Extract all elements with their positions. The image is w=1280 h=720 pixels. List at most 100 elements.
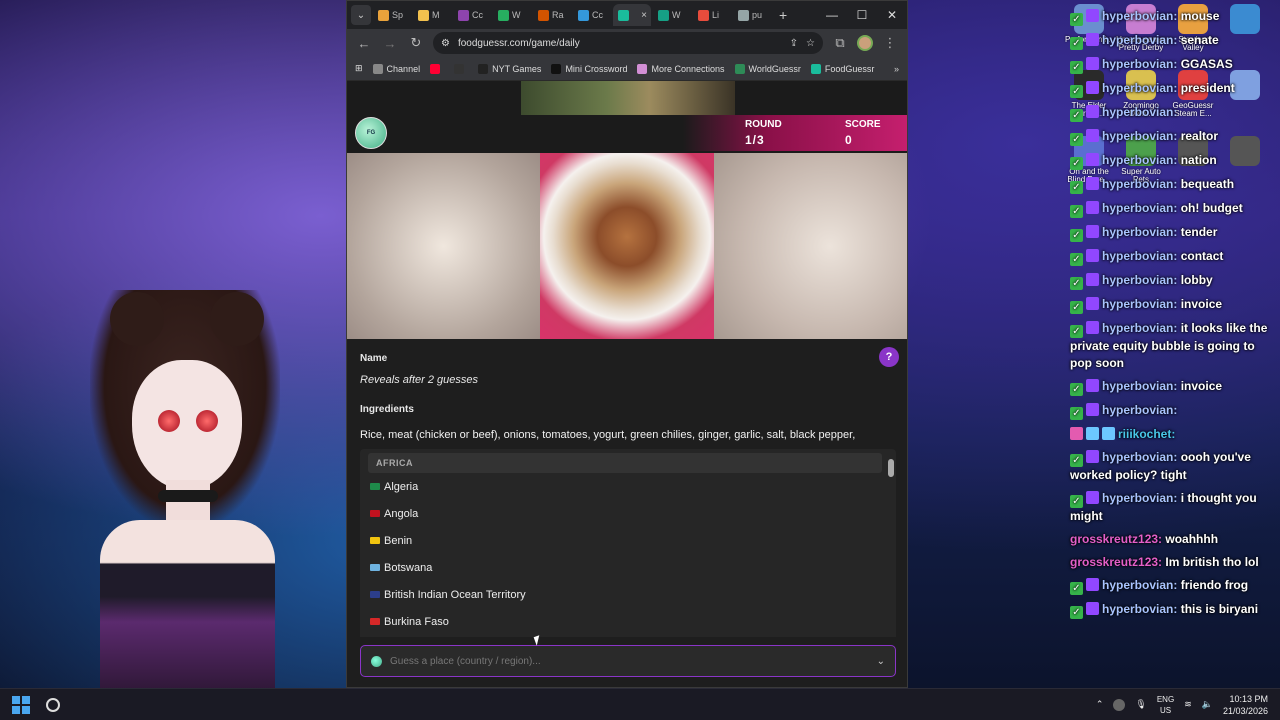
chat-text: president [1180, 81, 1235, 95]
browser-tab[interactable]: × [613, 4, 651, 26]
country-option[interactable]: Burkina Faso [360, 608, 896, 635]
chat-username[interactable]: hyperbovian: [1102, 225, 1177, 239]
chat-text: bequeath [1180, 177, 1235, 191]
tab-search-button[interactable]: ⌄ [351, 5, 371, 25]
chat-username[interactable]: hyperbovian: [1102, 9, 1177, 23]
chat-username[interactable]: hyperbovian: [1102, 81, 1177, 95]
bookmark-star-icon[interactable]: ☆ [806, 38, 815, 49]
browser-tab[interactable]: pu [733, 4, 771, 26]
avatar-collar [158, 490, 218, 502]
site-info-icon[interactable]: ⚙ [441, 38, 450, 49]
bookmark-item[interactable] [454, 63, 468, 74]
browser-tab[interactable]: W [493, 4, 531, 26]
maximize-button[interactable]: ☐ [847, 8, 877, 22]
ad-banner[interactable] [521, 81, 735, 115]
chat-username[interactable]: hyperbovian: [1102, 153, 1177, 167]
chat-username[interactable]: hyperbovian: [1102, 602, 1177, 616]
taskbar: ⌃ 🎙 ENG US ≋ 🔈 10:13 PM 21/03/2026 [0, 688, 1280, 720]
prime-badge-icon [1086, 602, 1099, 615]
extensions-icon[interactable]: ⧉ [831, 35, 849, 51]
address-bar[interactable]: ⚙ foodguessr.com/game/daily ⇪ ☆ [433, 32, 823, 54]
heart-badge-icon [1070, 427, 1083, 440]
chat-text: woahhhh [1165, 532, 1219, 546]
browser-menu-button[interactable]: ⋮ [881, 35, 899, 51]
wifi-icon[interactable]: ≋ [1184, 699, 1192, 710]
chat-username[interactable]: hyperbovian: [1102, 297, 1177, 311]
taskbar-search-icon[interactable] [46, 697, 60, 712]
chat-username[interactable]: grosskreutz123: [1070, 555, 1162, 569]
chat-username[interactable]: hyperbovian: [1102, 177, 1177, 191]
tab-title: Ra [552, 10, 564, 20]
chevron-down-icon[interactable]: ⌄ [877, 656, 885, 667]
chat-username[interactable]: hyperbovian: [1102, 33, 1177, 47]
close-tab-icon[interactable]: × [641, 10, 647, 21]
clock[interactable]: 10:13 PM 21/03/2026 [1223, 693, 1268, 717]
chat-username[interactable]: grosskreutz123: [1070, 532, 1162, 546]
chat-username[interactable]: hyperbovian: [1102, 129, 1177, 143]
foodguessr-logo[interactable]: FG [355, 117, 387, 149]
tray-app-icon[interactable] [1113, 698, 1126, 711]
microphone-icon[interactable]: 🎙 [1135, 699, 1146, 710]
close-window-button[interactable]: ✕ [877, 8, 907, 22]
scrollbar-thumb[interactable] [888, 459, 894, 477]
chat-text: GGASAS [1180, 57, 1233, 71]
chat-username[interactable]: hyperbovian: [1102, 249, 1177, 263]
food-photo[interactable] [540, 153, 714, 339]
chat-username[interactable]: hyperbovian: [1102, 321, 1177, 335]
browser-tab[interactable]: M [413, 4, 451, 26]
profile-avatar-button[interactable] [857, 35, 873, 51]
new-tab-button[interactable]: + [779, 7, 787, 23]
check-badge-icon: ✓ [1070, 181, 1083, 194]
chat-username[interactable]: hyperbovian: [1102, 273, 1177, 287]
language-indicator[interactable]: ENG US [1157, 694, 1174, 716]
bookmarks-overflow-button[interactable]: » [894, 64, 899, 74]
chat-username[interactable]: hyperbovian: [1102, 105, 1177, 119]
windows-start-icon[interactable] [12, 695, 30, 714]
question-icon[interactable]: ? [879, 347, 899, 367]
browser-tab[interactable]: Cc [573, 4, 611, 26]
tray-overflow-icon[interactable]: ⌃ [1096, 699, 1104, 710]
bookmark-item[interactable]: FoodGuessr [810, 63, 874, 74]
bookmark-item[interactable]: Channel [372, 63, 420, 74]
chat-username[interactable]: riiikochet: [1118, 427, 1175, 441]
chat-username[interactable]: hyperbovian: [1102, 201, 1177, 215]
country-option[interactable]: Angola [360, 500, 896, 527]
country-option[interactable]: Algeria [360, 473, 896, 500]
country-option[interactable]: Benin [360, 527, 896, 554]
chat-username[interactable]: hyperbovian: [1102, 450, 1177, 464]
chat-username[interactable]: hyperbovian: [1102, 379, 1177, 393]
dropdown-scrollbar[interactable] [888, 453, 894, 633]
prime-badge-icon [1086, 578, 1099, 591]
chat-username[interactable]: hyperbovian: [1102, 57, 1177, 71]
chat-username[interactable]: hyperbovian: [1102, 578, 1177, 592]
browser-tab[interactable]: Li [693, 4, 731, 26]
back-button[interactable]: ← [355, 36, 373, 51]
bookmark-item[interactable]: More Connections [637, 63, 725, 74]
check-badge-icon: ✓ [1070, 61, 1083, 74]
chat-text: mouse [1180, 9, 1220, 23]
bookmark-item[interactable]: WorldGuessr [734, 63, 801, 74]
browser-tab[interactable]: Ra [533, 4, 571, 26]
country-option[interactable]: British Indian Ocean Territory [360, 581, 896, 608]
browser-window: ⌄ Sp M Cc W Ra Cc × W Li pu + — ☐ ✕ ← → ↻ ⚙ foodg… [346, 0, 908, 688]
tab-favicon [738, 9, 749, 21]
country-option[interactable]: Botswana [360, 554, 896, 581]
chat-username[interactable]: hyperbovian: [1102, 403, 1177, 417]
forward-button[interactable]: → [381, 36, 399, 51]
reload-button[interactable]: ↻ [407, 35, 425, 51]
tab-title: Cc [472, 10, 483, 20]
bookmark-item[interactable] [430, 63, 444, 74]
browser-tab[interactable]: W [653, 4, 691, 26]
browser-tab[interactable]: Sp [373, 4, 411, 26]
guess-input[interactable]: Guess a place (country / region)... ⌄ [360, 645, 896, 677]
bookmark-item[interactable]: Mini Crossword [551, 63, 627, 74]
speaker-icon[interactable]: 🔈 [1202, 699, 1213, 710]
chat-text: this is biryani [1180, 602, 1259, 616]
tab-favicon [498, 9, 509, 21]
bookmark-item[interactable]: NYT Games [478, 63, 541, 74]
minimize-button[interactable]: — [817, 8, 847, 22]
install-app-icon[interactable]: ⇪ [790, 38, 798, 49]
apps-grid-icon[interactable]: ⊞ [355, 63, 363, 74]
browser-tab[interactable]: Cc [453, 4, 491, 26]
chat-username[interactable]: hyperbovian: [1102, 491, 1177, 505]
